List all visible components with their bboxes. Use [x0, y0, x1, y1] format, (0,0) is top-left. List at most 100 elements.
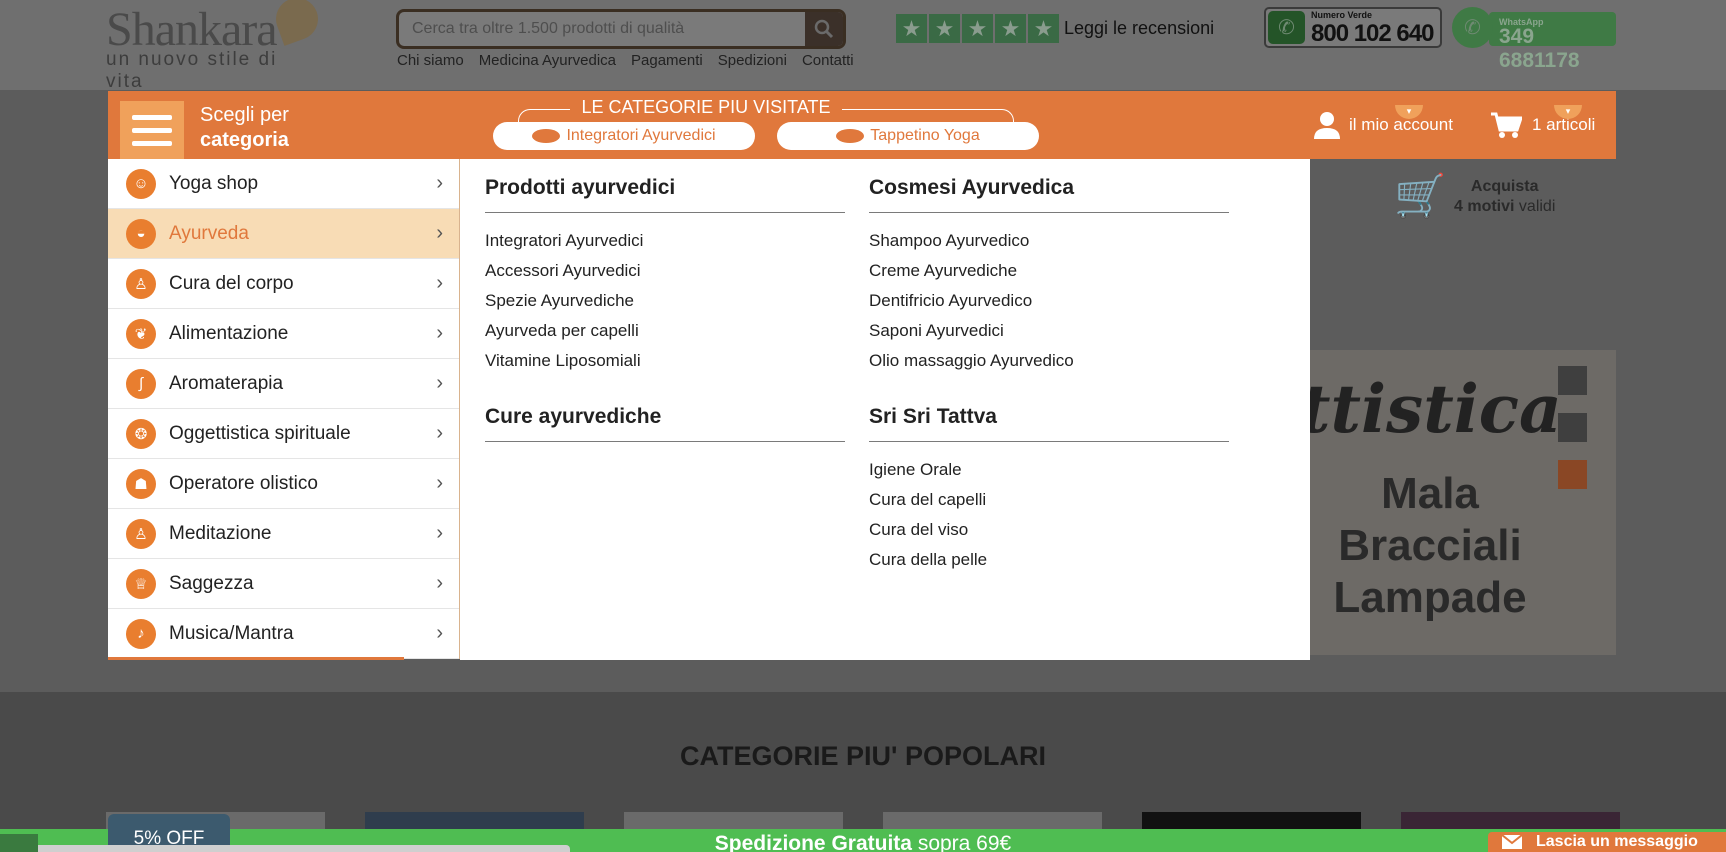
- banner-item: Bracciali: [1338, 521, 1522, 570]
- whatsapp-contact[interactable]: ✆ WhatsApp 349 6881178: [1452, 7, 1616, 72]
- mega-section-cosmesi: Cosmesi Ayurvedica Shampoo Ayurvedico Cr…: [869, 176, 1229, 376]
- acquista-rest: validi: [1518, 198, 1556, 215]
- mega-link[interactable]: Cura del capelli: [869, 485, 1229, 515]
- popular-title: CATEGORIE PIU' POPOLARI: [680, 741, 1046, 771]
- music-icon: ♪: [126, 618, 156, 649]
- star-icon: ★: [995, 14, 1026, 43]
- phone-label: Numero Verde: [1311, 10, 1373, 20]
- sidebar-item-label: Cura del corpo: [169, 272, 294, 294]
- body-care-icon: ♙: [126, 268, 156, 299]
- visited-categories-label: LE CATEGORIE PIU VISITATE: [570, 97, 842, 117]
- ayurveda-mega-menu: Prodotti ayurvedici Integratori Ayurvedi…: [460, 159, 1310, 660]
- search-button[interactable]: [805, 12, 843, 46]
- banner-item: Lampade: [1333, 573, 1527, 622]
- mega-link[interactable]: Saponi Ayurvedici: [869, 316, 1229, 346]
- meditation-icon: ♙: [126, 518, 156, 549]
- mega-link[interactable]: Cura della pelle: [869, 545, 1229, 575]
- holistic-icon: ☗: [126, 468, 156, 499]
- visited-pill-integratori[interactable]: Integratori Ayurvedici: [493, 122, 755, 150]
- link-pagamenti[interactable]: Pagamenti: [631, 52, 703, 69]
- chevron-right-icon: ›: [436, 572, 443, 594]
- sidebar-item-musica-mantra[interactable]: ♪ Musica/Mantra ›: [108, 609, 459, 659]
- chevron-right-icon: ›: [436, 322, 443, 344]
- chevron-right-icon: ›: [436, 222, 443, 244]
- mega-link[interactable]: Vitamine Liposomiali: [485, 346, 845, 376]
- account-link[interactable]: ▾ il mio account: [1313, 105, 1453, 139]
- link-spedizioni[interactable]: Spedizioni: [718, 52, 787, 69]
- slider-dot[interactable]: [1558, 366, 1587, 395]
- sidebar-item-label: Saggezza: [169, 572, 254, 594]
- shankara-logo[interactable]: Shankara un nuovo stile di vita: [106, 0, 324, 92]
- chevron-right-icon: ›: [436, 472, 443, 494]
- chat-widget-icon[interactable]: [0, 834, 38, 852]
- link-contatti[interactable]: Contatti: [802, 52, 854, 69]
- search-icon: [814, 19, 834, 39]
- yoga-mat-icon: [836, 129, 865, 143]
- sidebar-item-aromaterapia[interactable]: ∫ Aromaterapia ›: [108, 359, 459, 409]
- leave-message-button[interactable]: Lascia un messaggio: [1488, 832, 1726, 852]
- whatsapp-number: 349 6881178: [1499, 25, 1580, 72]
- cart-link[interactable]: ▾ 1 articoli: [1490, 105, 1595, 139]
- mega-section-title[interactable]: Prodotti ayurvedici: [485, 176, 845, 213]
- chevron-right-icon: ›: [436, 622, 443, 644]
- sidebar-item-alimentazione[interactable]: ❦ Alimentazione ›: [108, 309, 459, 359]
- sidebar-item-label: Oggettistica spirituale: [169, 422, 351, 444]
- leave-message-label: Lascia un messaggio: [1536, 833, 1698, 850]
- link-medicina-ayurvedica[interactable]: Medicina Ayurvedica: [479, 52, 616, 69]
- visited-pill-tappetino[interactable]: Tappetino Yoga: [777, 122, 1039, 150]
- mega-link[interactable]: Spezie Ayurvediche: [485, 286, 845, 316]
- sidebar-item-cura-del-corpo[interactable]: ♙ Cura del corpo ›: [108, 259, 459, 309]
- mega-link[interactable]: Integratori Ayurvedici: [485, 226, 845, 256]
- cookie-strip: [0, 845, 570, 852]
- slider-dot[interactable]: [1558, 413, 1587, 442]
- star-icon: ★: [962, 14, 993, 43]
- sidebar-item-ayurveda[interactable]: ◒ Ayurveda ›: [108, 209, 459, 259]
- sidebar-item-label: Ayurveda: [169, 222, 249, 244]
- cart-plus-icon: 🛒: [1394, 172, 1447, 219]
- chevron-right-icon: ›: [436, 522, 443, 544]
- trustpilot-stars[interactable]: ★ ★ ★ ★ ★: [896, 14, 1059, 43]
- sidebar-item-operatore-olistico[interactable]: ☗ Operatore olistico ›: [108, 459, 459, 509]
- mega-link[interactable]: Shampoo Ayurvedico: [869, 226, 1229, 256]
- sidebar-item-yoga-shop[interactable]: ☺ Yoga shop ›: [108, 159, 459, 209]
- mega-section-title[interactable]: Cosmesi Ayurvedica: [869, 176, 1229, 213]
- visited-pill-label: Integratori Ayurvedici: [566, 127, 716, 144]
- mega-link[interactable]: Cura del viso: [869, 515, 1229, 545]
- search-input[interactable]: [399, 12, 807, 46]
- wisdom-icon: ♕: [126, 568, 156, 599]
- mega-section-sri-sri-tattva: Sri Sri Tattva Igiene Orale Cura del cap…: [869, 405, 1229, 575]
- shipping-rest: sopra 69€: [917, 832, 1012, 852]
- aroma-icon: ∫: [126, 368, 156, 399]
- mega-section-title[interactable]: Sri Sri Tattva: [869, 405, 1229, 442]
- food-icon: ❦: [126, 318, 156, 349]
- star-icon: ★: [896, 14, 927, 43]
- sidebar-item-oggettistica-spirituale[interactable]: ❂ Oggettistica spirituale ›: [108, 409, 459, 459]
- whatsapp-icon: ✆: [1452, 7, 1493, 48]
- mega-link[interactable]: Accessori Ayurvedici: [485, 256, 845, 286]
- chevron-right-icon: ›: [436, 272, 443, 294]
- acquista-motivi[interactable]: 🛒 Acquista 4 motivi validi: [1394, 170, 1569, 226]
- chevron-right-icon: ›: [436, 172, 443, 194]
- search-box: [396, 9, 846, 49]
- mega-link[interactable]: Dentifricio Ayurvedico: [869, 286, 1229, 316]
- user-icon: [1314, 112, 1340, 139]
- toll-free-phone[interactable]: ✆ Numero Verde 800 102 640: [1264, 7, 1442, 48]
- sidebar-item-saggezza[interactable]: ♕ Saggezza ›: [108, 559, 459, 609]
- mega-link[interactable]: Creme Ayurvediche: [869, 256, 1229, 286]
- main-nav-bar: Scegli per categoria LE CATEGORIE PIU VI…: [108, 91, 1616, 159]
- mega-link[interactable]: Ayurveda per capelli: [485, 316, 845, 346]
- mega-section-title[interactable]: Cure ayurvediche: [485, 405, 845, 442]
- acquista-bold: 4 motivi: [1454, 198, 1515, 215]
- slider-dots: [1558, 366, 1587, 489]
- sidebar-item-meditazione[interactable]: ♙ Meditazione ›: [108, 509, 459, 559]
- reviews-link[interactable]: Leggi le recensioni: [1064, 18, 1214, 39]
- slider-dot-active[interactable]: [1558, 460, 1587, 489]
- logo-leaf-icon: [270, 0, 324, 46]
- star-icon: ★: [1028, 14, 1059, 43]
- mega-link[interactable]: Igiene Orale: [869, 455, 1229, 485]
- account-label: il mio account: [1349, 115, 1453, 134]
- mega-link[interactable]: Olio massaggio Ayurvedico: [869, 346, 1229, 376]
- link-chi-siamo[interactable]: Chi siamo: [397, 52, 464, 69]
- shipping-bold: Spedizione Gratuita: [714, 832, 912, 852]
- yoga-icon: ☺: [126, 168, 156, 199]
